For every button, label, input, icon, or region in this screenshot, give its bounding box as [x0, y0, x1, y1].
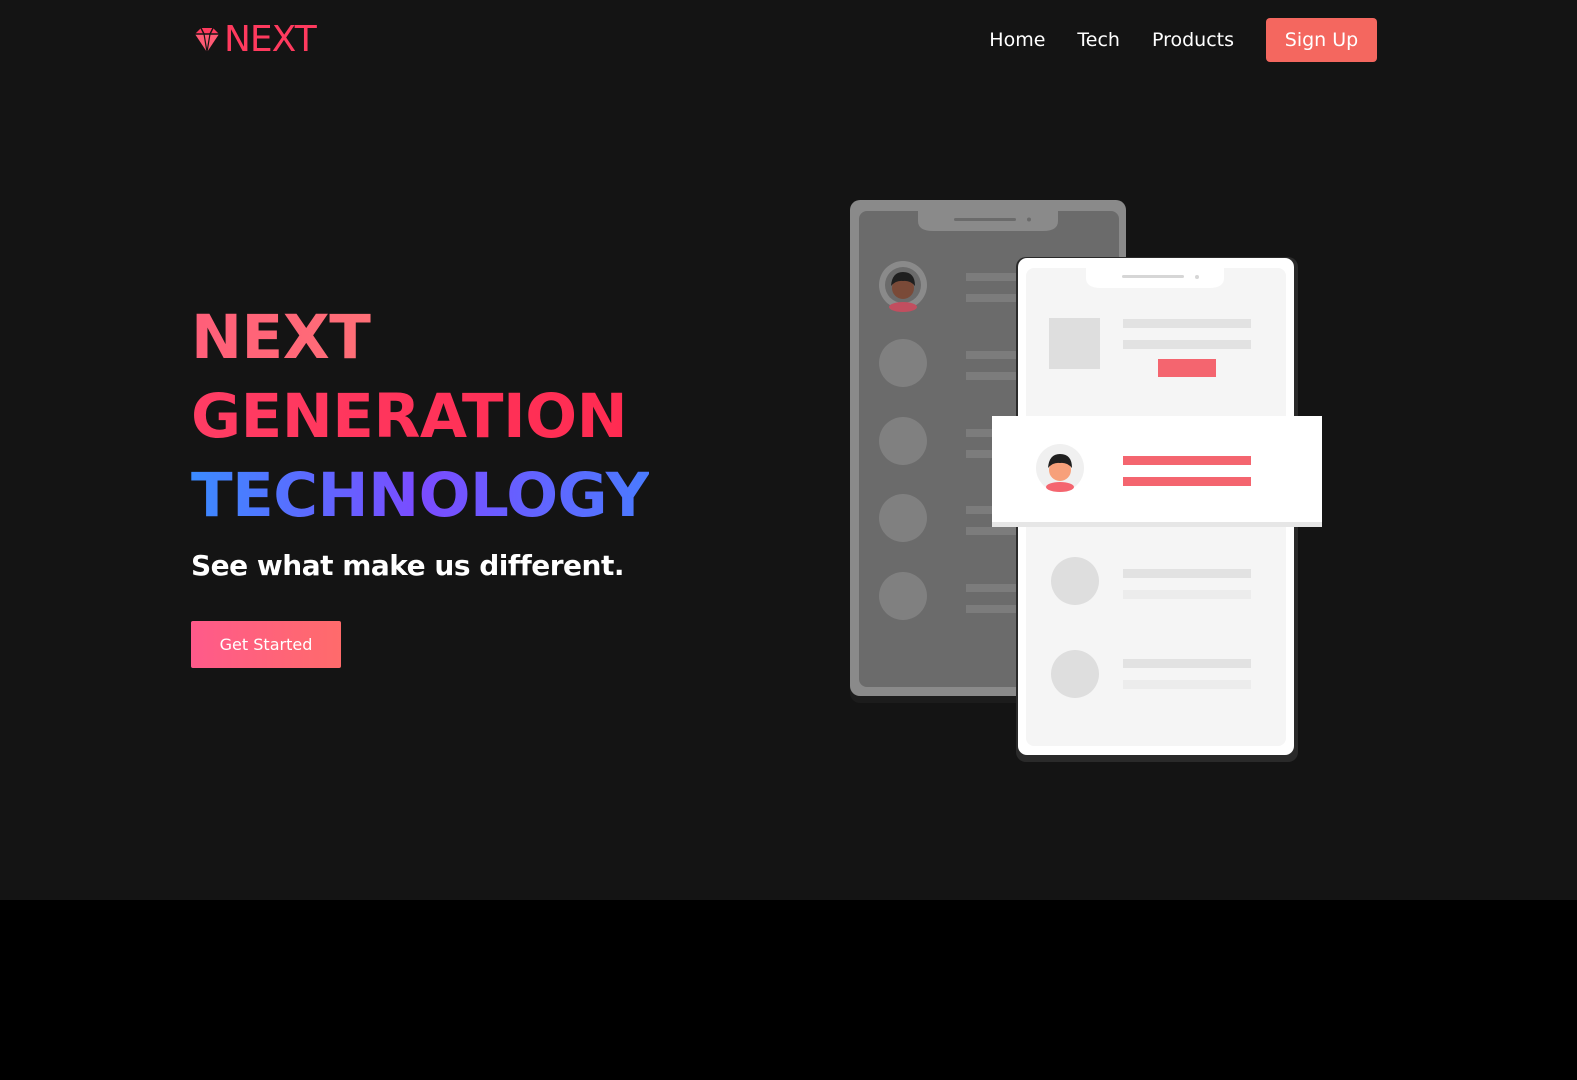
hero-title-line-3: TECHNOLOGY [191, 456, 650, 535]
phones-illustration [850, 200, 1322, 762]
bottom-band [0, 900, 1577, 1080]
hero-subtitle: See what make us different. [191, 549, 625, 582]
hero-title-line-2: GENERATION [191, 377, 649, 456]
nav-link-tech[interactable]: Tech [1077, 29, 1120, 51]
signup-button[interactable]: Sign Up [1266, 18, 1377, 62]
get-started-button[interactable]: Get Started [191, 621, 341, 668]
highlight-card [992, 416, 1322, 527]
navbar: NEXT Home Tech Products Sign Up [0, 0, 1577, 80]
nav-links: Home Tech Products Sign Up [957, 18, 1377, 62]
hero-text: NEXT GENERATION TECHNOLOGY See what make… [191, 298, 650, 582]
nav-link-products[interactable]: Products [1152, 29, 1234, 51]
nav-link-home[interactable]: Home [989, 29, 1045, 51]
hero-title-line-1: NEXT [191, 298, 649, 377]
logo-text: NEXT [224, 19, 317, 60]
diamond-icon [195, 27, 219, 53]
logo[interactable]: NEXT [192, 19, 317, 60]
page: NEXT Home Tech Products Sign Up NEXT GEN… [0, 0, 1577, 900]
